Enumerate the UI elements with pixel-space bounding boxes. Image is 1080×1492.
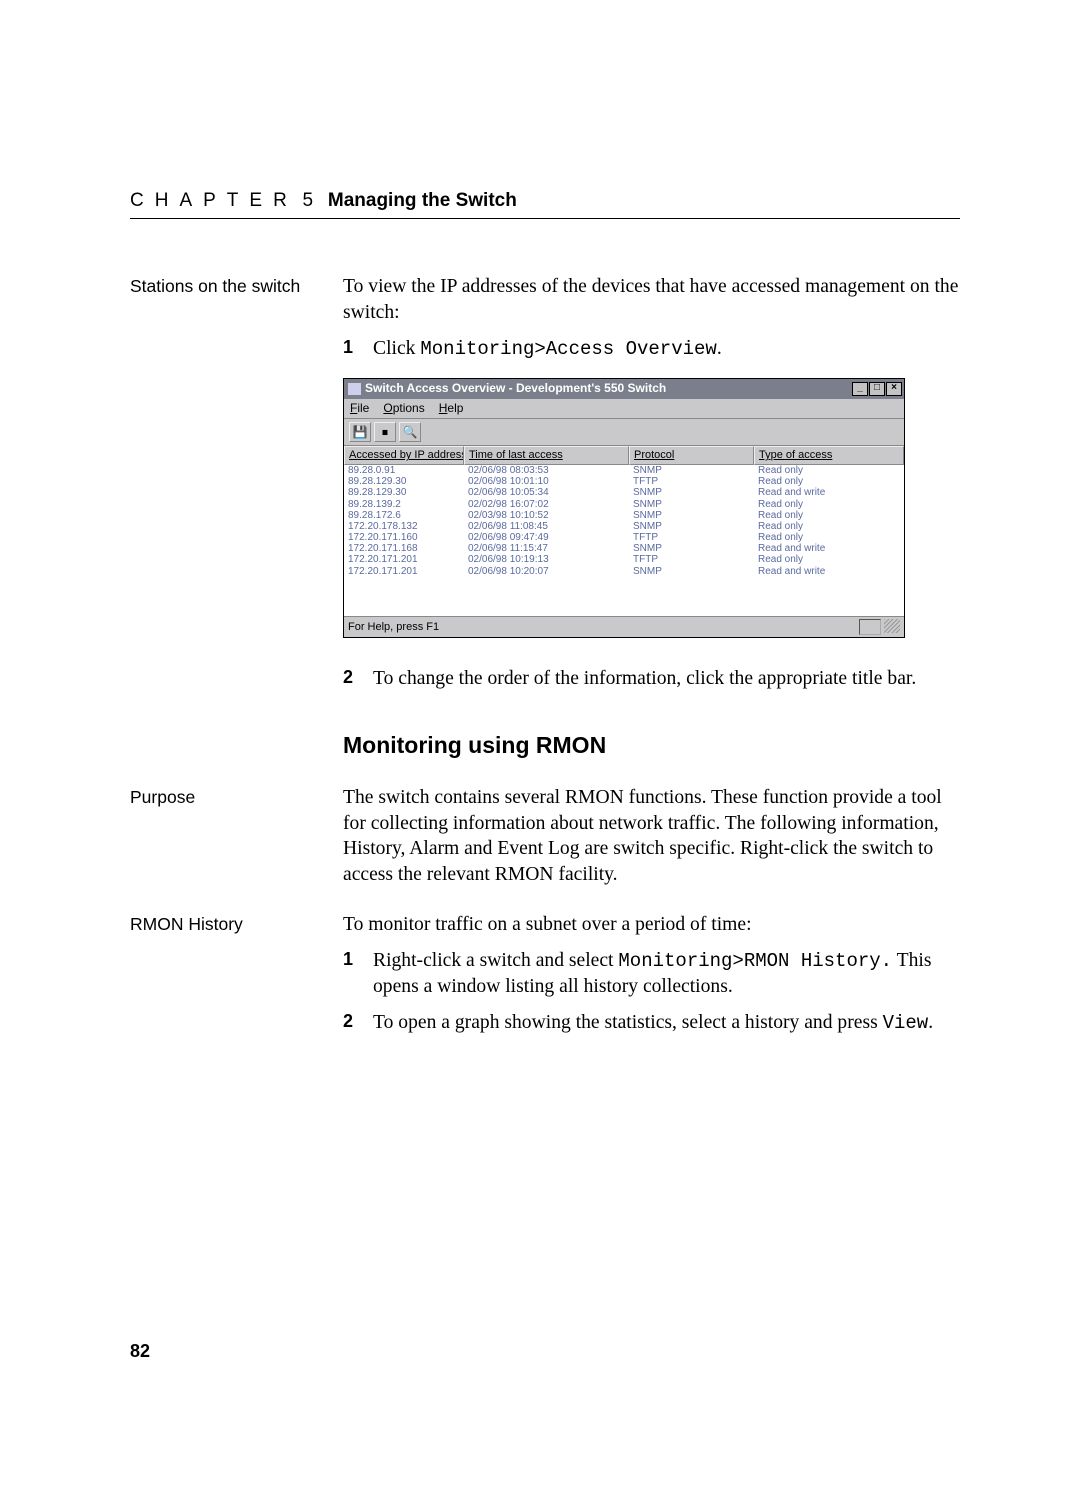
cell-type: Read only	[754, 510, 904, 521]
cell-type: Read only	[754, 476, 904, 487]
col-header-ip[interactable]: Accessed by IP address	[344, 446, 464, 465]
menu-help[interactable]: Help	[439, 401, 464, 417]
resize-grip-icon[interactable]	[884, 619, 900, 633]
close-button[interactable]: ×	[886, 382, 902, 396]
page-number: 82	[130, 1341, 150, 1362]
status-text: For Help, press F1	[348, 620, 439, 635]
table-row[interactable]: 172.20.171.20102/06/98 10:19:13TFTPRead …	[344, 554, 904, 565]
table-row[interactable]: 172.20.178.13202/06/98 11:08:45SNMPRead …	[344, 521, 904, 532]
chapter-number: 5	[303, 190, 314, 211]
step-text: Click Monitoring>Access Overview.	[373, 336, 960, 362]
table-row[interactable]: 172.20.171.16802/06/98 11:15:47SNMPRead …	[344, 543, 904, 554]
chapter-word: CHAPTER	[130, 190, 298, 211]
step-text: To change the order of the information, …	[373, 666, 960, 692]
stop-icon[interactable]: ⏹	[374, 422, 396, 442]
minimize-button[interactable]: _	[852, 382, 868, 396]
cell-time: 02/02/98 16:07:02	[464, 499, 629, 510]
maximize-button[interactable]: □	[869, 382, 885, 396]
cell-proto: SNMP	[629, 465, 754, 476]
app-icon	[348, 383, 361, 395]
menu-bar: File Options Help	[344, 399, 904, 420]
side-label-rmon-history: RMON History	[130, 912, 343, 1036]
cell-ip: 89.28.0.91	[344, 465, 464, 476]
cell-time: 02/06/98 11:08:45	[464, 521, 629, 532]
stations-intro-text: To view the IP addresses of the devices …	[343, 274, 960, 326]
cell-proto: TFTP	[629, 476, 754, 487]
cell-proto: TFTP	[629, 532, 754, 543]
table-row[interactable]: 89.28.172.602/03/98 10:10:52SNMPRead onl…	[344, 510, 904, 521]
chapter-header: CHAPTER 5 Managing the Switch	[130, 190, 960, 219]
table-row[interactable]: 89.28.0.9102/06/98 08:03:53SNMPRead only	[344, 465, 904, 476]
menu-path: Monitoring>RMON History.	[618, 950, 892, 972]
cell-ip: 172.20.178.132	[344, 521, 464, 532]
table-row[interactable]: 89.28.129.3002/06/98 10:01:10TFTPRead on…	[344, 476, 904, 487]
cell-time: 02/06/98 10:01:10	[464, 476, 629, 487]
side-label-purpose: Purpose	[130, 785, 343, 888]
cell-ip: 89.28.129.30	[344, 487, 464, 498]
section-heading-rmon: Monitoring using RMON	[343, 730, 960, 760]
cell-proto: SNMP	[629, 521, 754, 532]
cell-time: 02/06/98 11:15:47	[464, 543, 629, 554]
step-number: 2	[343, 1010, 373, 1036]
cell-ip: 172.20.171.168	[344, 543, 464, 554]
cell-type: Read and write	[754, 487, 904, 498]
cell-ip: 172.20.171.201	[344, 554, 464, 565]
step-text: Right-click a switch and select Monitori…	[373, 948, 960, 1000]
cell-proto: SNMP	[629, 487, 754, 498]
cell-ip: 89.28.139.2	[344, 499, 464, 510]
window-titlebar[interactable]: Switch Access Overview - Development's 5…	[344, 379, 904, 399]
cell-time: 02/03/98 10:10:52	[464, 510, 629, 521]
step-number: 1	[343, 948, 373, 1000]
cell-type: Read only	[754, 465, 904, 476]
cell-proto: SNMP	[629, 543, 754, 554]
rmon-history-intro: To monitor traffic on a subnet over a pe…	[343, 912, 960, 938]
col-header-type[interactable]: Type of access	[754, 446, 904, 465]
table-row[interactable]: 89.28.139.202/02/98 16:07:02SNMPRead onl…	[344, 499, 904, 510]
status-pane	[859, 619, 881, 635]
col-header-time[interactable]: Time of last access	[464, 446, 629, 465]
cell-proto: TFTP	[629, 554, 754, 565]
menu-file[interactable]: File	[350, 401, 369, 417]
command-text: View	[883, 1012, 929, 1034]
table-row[interactable]: 172.20.171.16002/06/98 09:47:49TFTPRead …	[344, 532, 904, 543]
cell-ip: 172.20.171.201	[344, 566, 464, 577]
table-row[interactable]: 89.28.129.3002/06/98 10:05:34SNMPRead an…	[344, 487, 904, 498]
step-number: 2	[343, 666, 373, 692]
cell-time: 02/06/98 10:05:34	[464, 487, 629, 498]
status-bar: For Help, press F1	[344, 616, 904, 637]
purpose-text: The switch contains several RMON functio…	[343, 785, 960, 888]
access-overview-window: Switch Access Overview - Development's 5…	[343, 378, 905, 639]
cell-type: Read only	[754, 532, 904, 543]
cell-type: Read only	[754, 554, 904, 565]
col-header-proto[interactable]: Protocol	[629, 446, 754, 465]
cell-ip: 89.28.172.6	[344, 510, 464, 521]
cell-type: Read and write	[754, 566, 904, 577]
window-title: Switch Access Overview - Development's 5…	[365, 381, 666, 397]
cell-proto: SNMP	[629, 566, 754, 577]
step-number: 1	[343, 336, 373, 362]
cell-ip: 89.28.129.30	[344, 476, 464, 487]
cell-proto: SNMP	[629, 499, 754, 510]
table-row[interactable]: 172.20.171.20102/06/98 10:20:07SNMPRead …	[344, 566, 904, 577]
search-icon[interactable]: 🔍	[399, 422, 421, 442]
save-icon[interactable]: 💾	[349, 422, 371, 442]
cell-time: 02/06/98 08:03:53	[464, 465, 629, 476]
cell-time: 02/06/98 10:19:13	[464, 554, 629, 565]
cell-type: Read and write	[754, 543, 904, 554]
chapter-title: Managing the Switch	[328, 190, 517, 211]
cell-type: Read only	[754, 521, 904, 532]
step-text: To open a graph showing the statistics, …	[373, 1010, 960, 1036]
menu-path: Monitoring>Access Overview	[420, 338, 716, 360]
cell-time: 02/06/98 09:47:49	[464, 532, 629, 543]
menu-options[interactable]: Options	[383, 401, 424, 417]
cell-type: Read only	[754, 499, 904, 510]
cell-ip: 172.20.171.160	[344, 532, 464, 543]
toolbar: 💾 ⏹ 🔍	[344, 419, 904, 446]
side-label-stations: Stations on the switch	[130, 274, 343, 775]
cell-time: 02/06/98 10:20:07	[464, 566, 629, 577]
cell-proto: SNMP	[629, 510, 754, 521]
table-header-row: Accessed by IP address Time of last acce…	[344, 446, 904, 465]
